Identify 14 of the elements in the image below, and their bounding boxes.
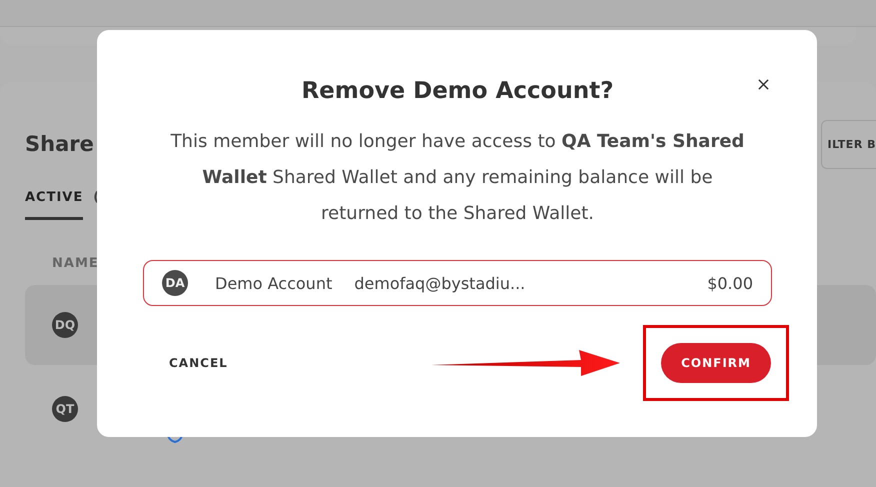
member-name: Demo Account [215,274,332,292]
page-heading: Share [25,132,94,156]
column-header: NAME [52,256,100,271]
dialog-title: Remove Demo Account? [301,78,614,104]
dialog-message: This member will no longer have access to QA Team's Shared Wallet Shared Wallet and any remaining balance will be returned to the Shared Wallet. [170,130,746,226]
balance: $0.00 [707,274,753,292]
avatar: QT [52,396,78,422]
avatar: DQ [52,312,78,338]
member-email: demofaq@bystadiu... [354,274,526,292]
tab[interactable]: ACTIVE [25,184,84,220]
cancel-button[interactable]: CANCEL [143,348,254,378]
filter-button[interactable]: ILTER B [820,120,876,168]
avatar: DA [162,270,188,296]
confirm-button[interactable]: CONFIRM [661,343,771,383]
